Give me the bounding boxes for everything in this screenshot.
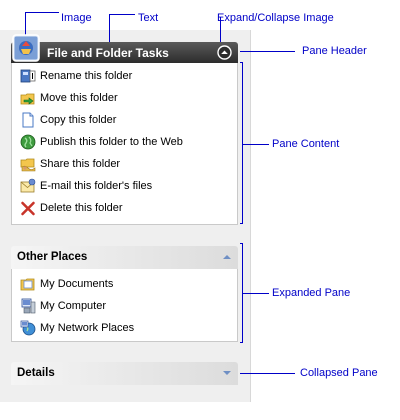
task-delete-folder[interactable]: Delete this folder [20, 199, 123, 217]
annotation-pane-content-label: Pane Content [272, 138, 340, 150]
pane-content: My Documents My Computer My Network Plac… [11, 269, 238, 342]
pane-title: File and Folder Tasks [47, 46, 169, 60]
pane-header[interactable]: Details [11, 362, 238, 385]
place-my-computer[interactable]: My Computer [20, 297, 106, 315]
collapse-icon[interactable] [217, 45, 232, 60]
folder-tasks-logo-icon [12, 34, 40, 62]
task-label: Delete this folder [40, 202, 123, 214]
rename-folder-icon [20, 69, 36, 83]
task-label: Publish this folder to the Web [40, 136, 183, 148]
task-copy-folder[interactable]: Copy this folder [20, 111, 116, 129]
annotation-text-label: Text [138, 12, 159, 24]
task-label: E-mail this folder's files [40, 180, 153, 192]
pane-title: Details [17, 367, 55, 379]
task-label: Share this folder [40, 158, 121, 170]
publish-web-icon [20, 134, 36, 150]
details-pane: Details [11, 362, 238, 385]
share-folder-icon [20, 158, 36, 172]
place-network-places[interactable]: My Network Places [20, 319, 134, 337]
other-places-pane: Other Places My Documents My Computer My… [11, 246, 238, 342]
task-label: Copy this folder [40, 114, 117, 126]
annotation-expand-collapse-label: Expand/Collapse Image [217, 12, 334, 24]
pane-header[interactable]: File and Folder Tasks [11, 42, 238, 63]
task-label: Move this folder [40, 92, 118, 104]
annotation-expanded-pane-label: Expanded Pane [272, 287, 351, 299]
pane-title: Other Places [17, 251, 88, 263]
annotation-pane-header-label: Pane Header [302, 45, 367, 57]
email-files-icon [20, 178, 36, 193]
place-label: My Network Places [40, 322, 135, 334]
task-share-folder[interactable]: Share this folder [20, 155, 120, 173]
task-label: Rename this folder [40, 70, 133, 82]
place-my-documents[interactable]: My Documents [20, 275, 113, 293]
place-label: My Documents [40, 278, 114, 290]
move-folder-icon [20, 93, 35, 105]
expand-chevron-icon[interactable] [222, 369, 232, 377]
task-rename-folder[interactable]: Rename this folder [20, 67, 132, 85]
my-computer-icon [21, 298, 36, 314]
my-documents-icon [20, 278, 35, 291]
delete-icon [21, 201, 35, 216]
annotation-image-label: Image [61, 12, 92, 24]
task-email-files[interactable]: E-mail this folder's files [20, 177, 152, 195]
pane-header[interactable]: Other Places [11, 246, 238, 269]
pane-content: Rename this folder Move this folder Copy… [11, 63, 238, 225]
copy-folder-icon [22, 112, 34, 128]
place-label: My Computer [40, 300, 107, 312]
file-folder-tasks-pane: File and Folder Tasks Rename this folder [11, 34, 238, 226]
annotation-collapsed-pane-label: Collapsed Pane [300, 367, 378, 379]
task-publish-web[interactable]: Publish this folder to the Web [20, 133, 183, 151]
collapse-chevron-icon[interactable] [222, 253, 232, 261]
task-move-folder[interactable]: Move this folder [20, 89, 118, 107]
network-places-icon [20, 320, 36, 336]
